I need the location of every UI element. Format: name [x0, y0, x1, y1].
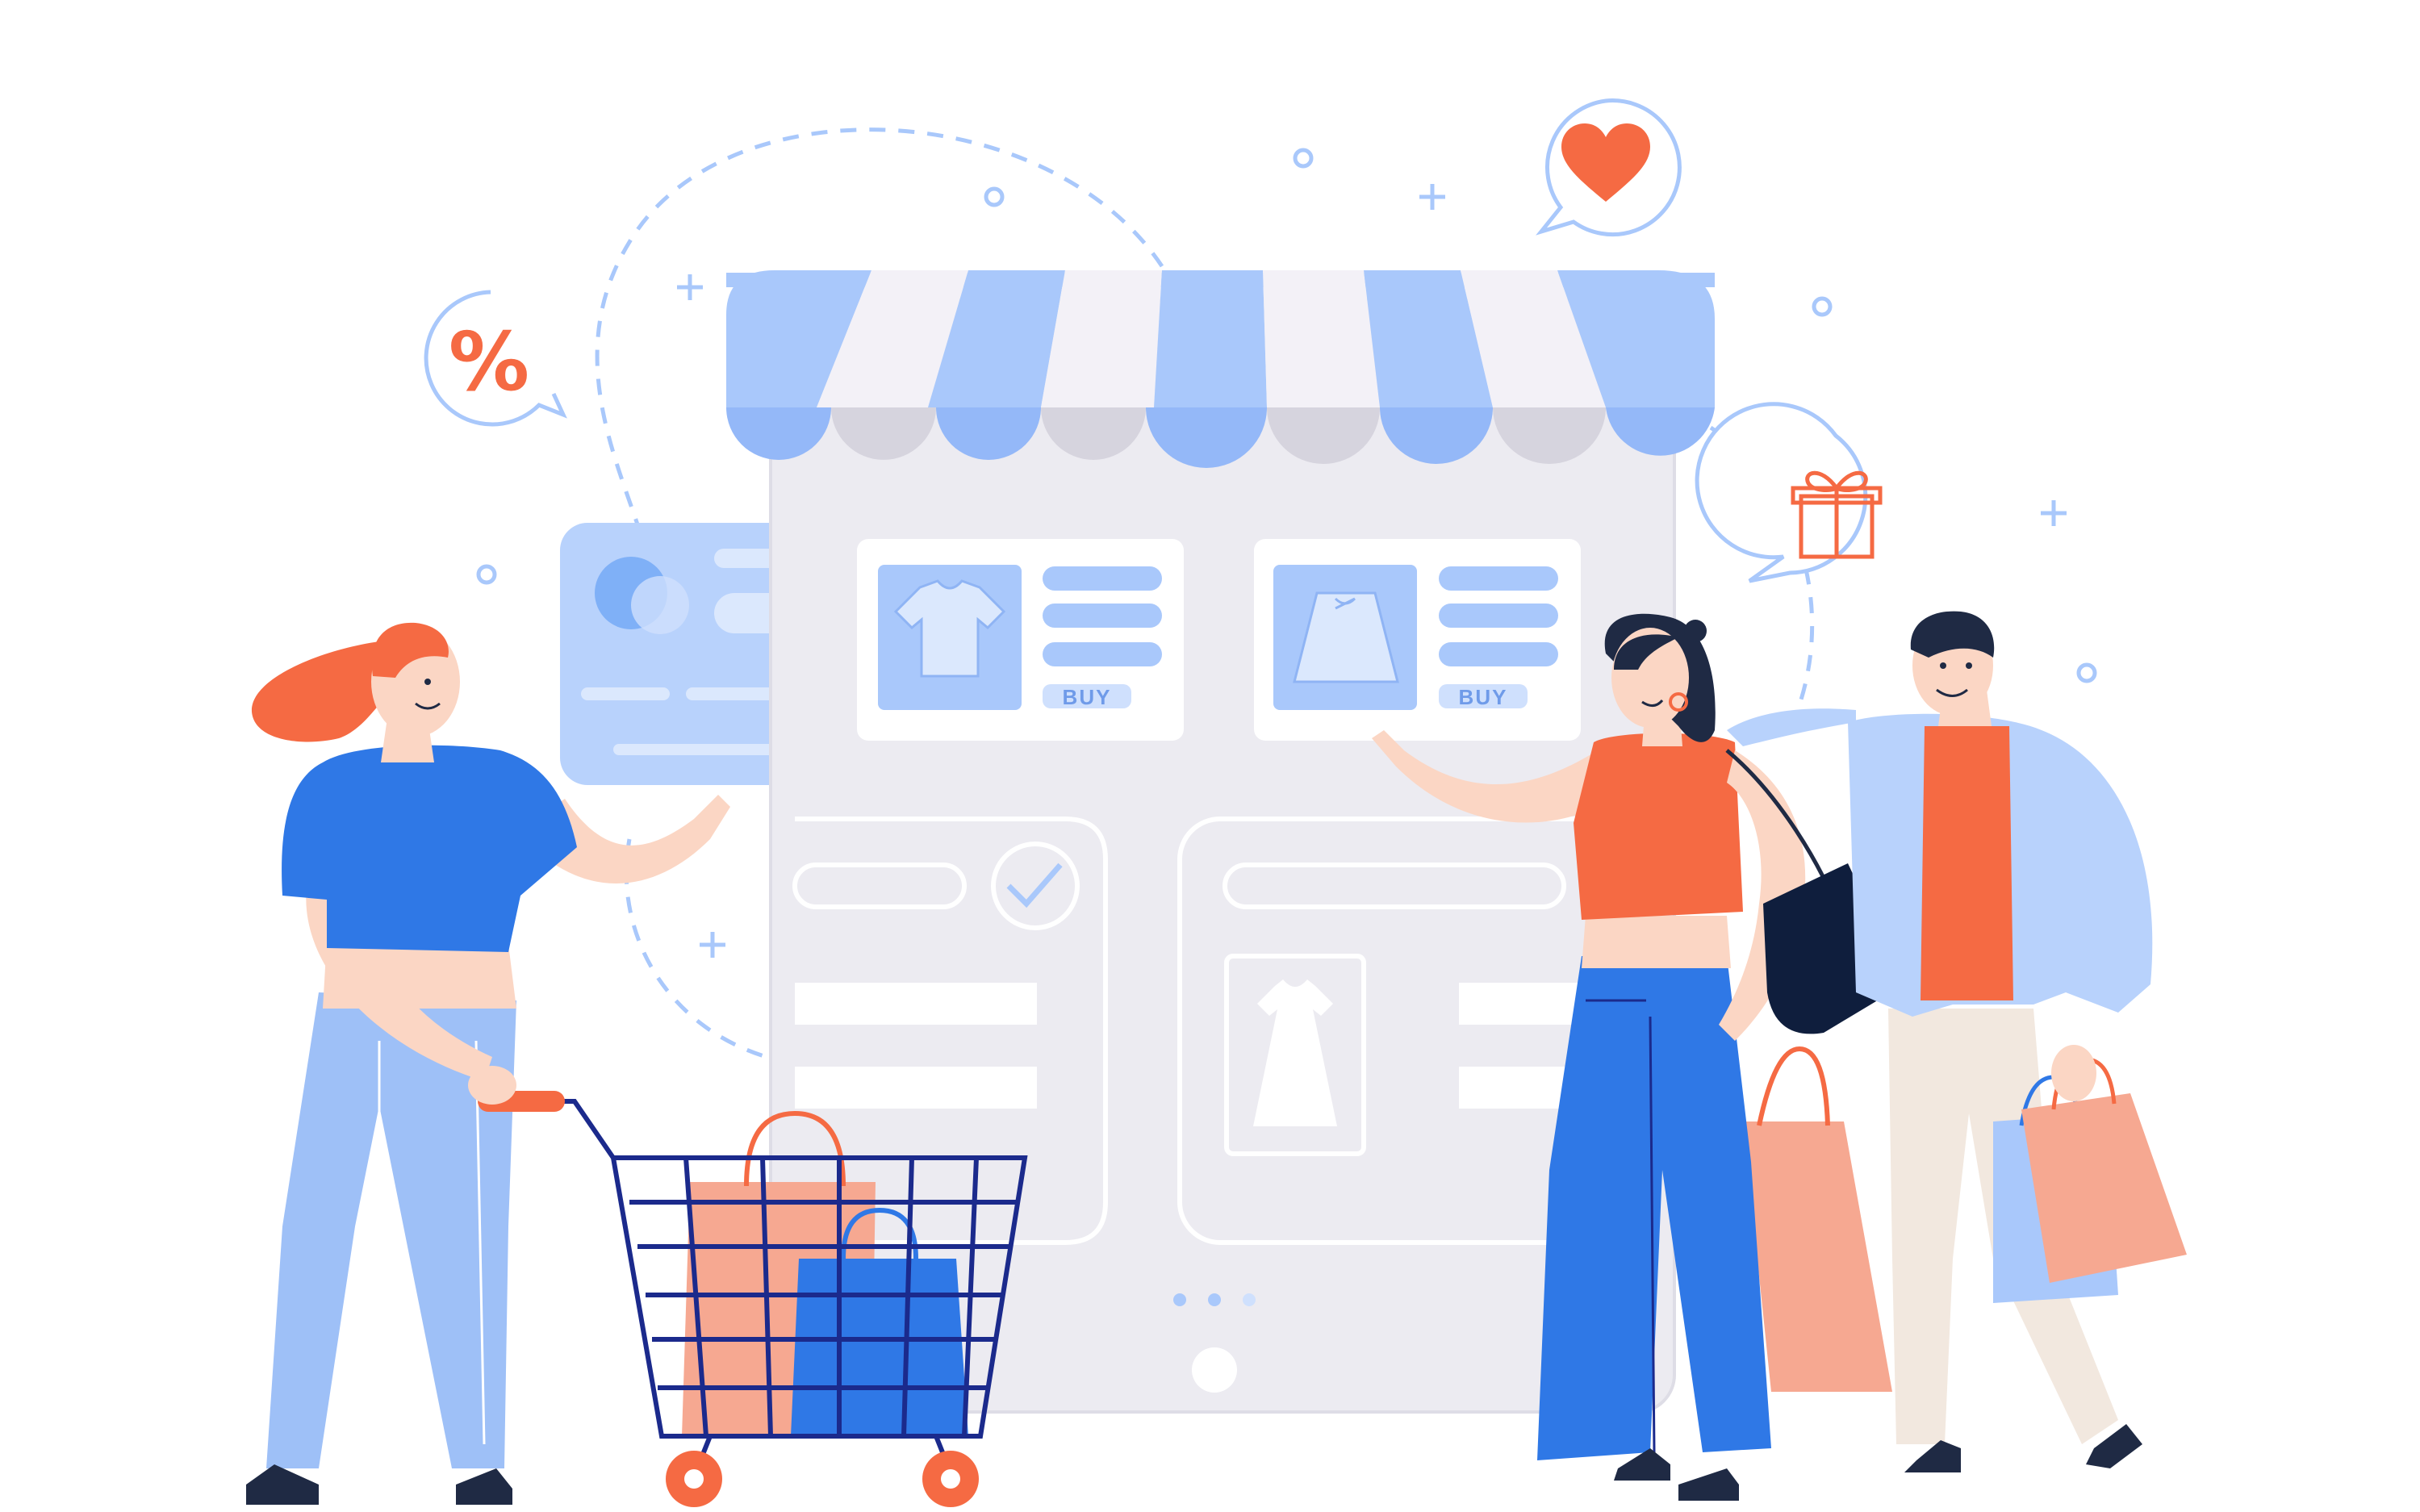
gift-bubble — [1695, 402, 1883, 583]
online-shopping-illustration: % BUY BUY — [246, 98, 2187, 1507]
discount-bubble: % — [424, 290, 567, 427]
card-chip-circle — [631, 576, 689, 634]
heart-bubble — [1536, 98, 1682, 237]
deco-plus — [677, 274, 703, 300]
buy-button-label: BUY — [1063, 685, 1112, 709]
product-card-tshirt: BUY — [857, 539, 1184, 741]
deco-circle — [984, 186, 1005, 207]
shop-awning — [726, 270, 1715, 468]
deco-circle — [476, 564, 497, 585]
home-button[interactable] — [1192, 1347, 1237, 1393]
product-card-skirt: BUY — [1254, 539, 1581, 741]
deco-circle — [1293, 148, 1314, 169]
percent-icon: % — [449, 315, 529, 409]
bag-salmon — [2021, 1093, 2187, 1283]
bag-in-cart-blue — [791, 1259, 968, 1436]
deco-circle — [1812, 296, 1833, 317]
deco-plus — [700, 932, 725, 958]
deco-plus — [1419, 184, 1445, 210]
deco-circle — [2076, 662, 2097, 683]
deco-plus — [2041, 500, 2067, 526]
buy-button-label: BUY — [1459, 685, 1508, 709]
